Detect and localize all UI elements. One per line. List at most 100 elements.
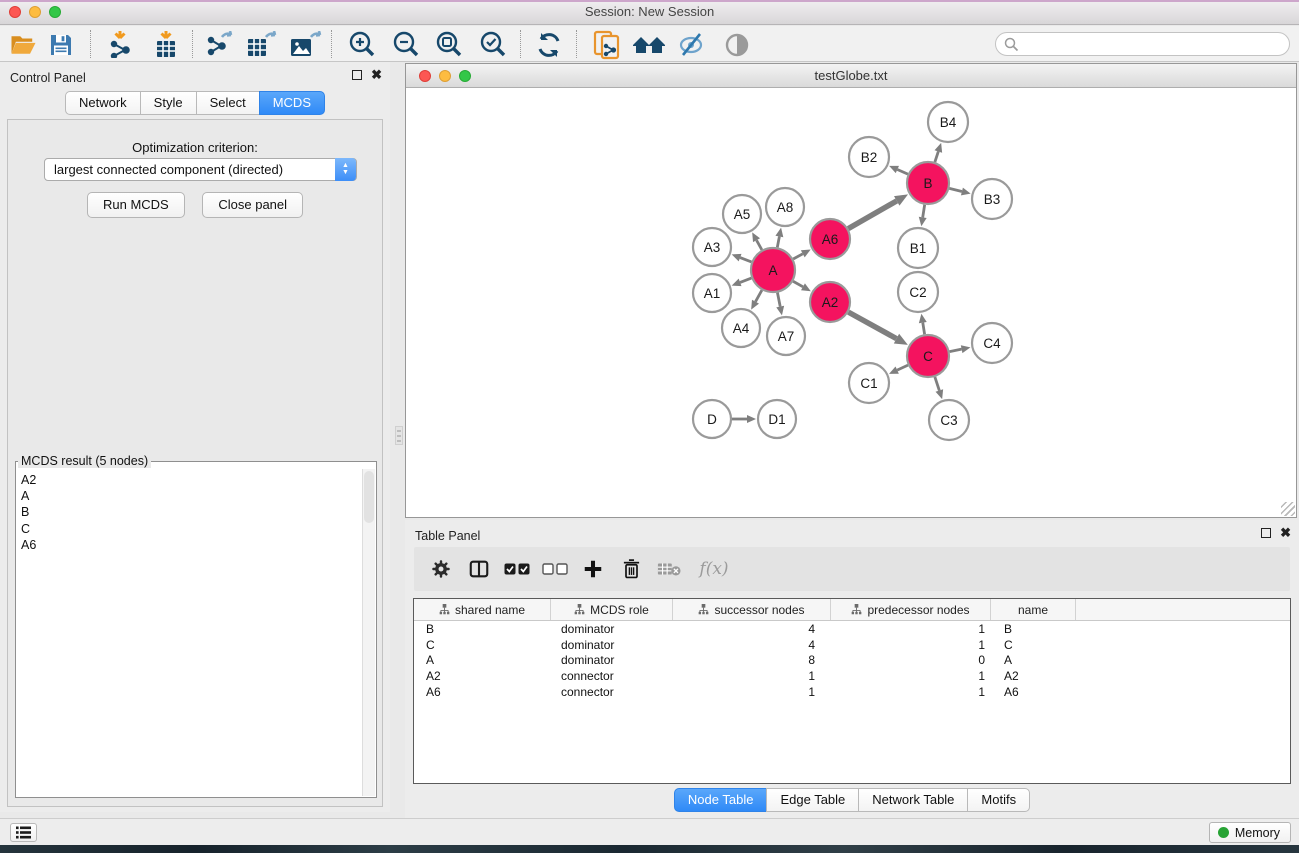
column-header-successor-nodes[interactable]: successor nodes [673,599,831,620]
table-cell[interactable]: dominator [551,638,673,652]
table-cell[interactable]: 1 [831,685,991,699]
window-resize-grip[interactable] [1281,502,1295,516]
table-cell[interactable]: B [414,622,551,636]
table-cell[interactable]: 1 [673,669,831,683]
zoom-in-icon[interactable] [346,31,378,58]
result-item[interactable]: B [21,504,362,520]
graph-edge[interactable] [755,290,761,302]
table-cell[interactable]: 8 [673,653,831,667]
graph-edge[interactable] [777,293,780,307]
tab-mcds[interactable]: MCDS [259,91,325,115]
result-item[interactable]: A2 [21,472,362,488]
export-image-icon[interactable] [288,31,324,58]
table-cell[interactable]: A [991,653,1076,667]
table-cell[interactable]: dominator [551,622,673,636]
table-cell[interactable]: 4 [673,622,831,636]
tab-node-table[interactable]: Node Table [674,788,768,812]
zoom-fit-icon[interactable] [433,31,465,58]
close-table-panel-icon[interactable]: ✖ [1280,528,1291,538]
column-header-name[interactable]: name [991,599,1076,620]
graph-edge[interactable] [935,151,938,162]
table-row[interactable]: Cdominator41C [414,637,1290,653]
table-cell[interactable]: 0 [831,653,991,667]
table-cell[interactable]: connector [551,685,673,699]
result-item[interactable]: A [21,488,362,504]
zoom-out-icon[interactable] [390,31,422,58]
graph-edge[interactable] [793,281,803,287]
table-row[interactable]: A6connector11A6 [414,684,1290,700]
close-panel-icon[interactable]: ✖ [371,70,382,80]
graph-edge[interactable] [740,258,751,262]
tab-style[interactable]: Style [140,91,197,115]
graph-edge[interactable] [757,240,762,250]
table-options-gear-icon[interactable] [422,552,460,586]
graph-edge[interactable] [949,188,962,191]
duplicate-network-icon[interactable] [590,31,624,58]
table-cell[interactable]: 1 [831,669,991,683]
network-canvas[interactable]: AA1A2A3A4A5A6A7A8BB1B2B3B4CC1C2C3C4DD1 [406,89,1296,517]
column-header-mcds-role[interactable]: MCDS role [551,599,673,620]
tab-select[interactable]: Select [196,91,260,115]
table-row[interactable]: Adominator80A [414,652,1290,668]
table-cell[interactable]: dominator [551,653,673,667]
network-graph[interactable]: AA1A2A3A4A5A6A7A8BB1B2B3B4CC1C2C3C4DD1 [406,89,1296,517]
delete-table-icon[interactable] [650,552,688,586]
save-session-icon[interactable] [47,31,75,58]
run-mcds-button[interactable]: Run MCDS [87,192,185,218]
graph-edge[interactable] [848,312,896,338]
node-table[interactable]: shared name MCDS role successor nodes pr… [413,598,1291,784]
table-cell[interactable]: 1 [831,622,991,636]
table-cell[interactable]: 4 [673,638,831,652]
tab-network[interactable]: Network [65,91,141,115]
graph-edge[interactable] [793,254,803,259]
table-cell[interactable]: B [991,622,1076,636]
select-all-checkboxes-icon[interactable] [498,552,536,586]
table-cell[interactable]: A6 [991,685,1076,699]
table-cell[interactable]: 1 [831,638,991,652]
graph-edge[interactable] [848,201,897,229]
table-row[interactable]: A2connector11A2 [414,668,1290,684]
refresh-view-icon[interactable] [533,31,565,58]
tab-edge-table[interactable]: Edge Table [766,788,859,812]
table-cell[interactable]: 1 [673,685,831,699]
zoom-selected-icon[interactable] [477,31,509,58]
deselect-all-checkboxes-icon[interactable] [536,552,574,586]
result-scrollbar[interactable] [362,469,375,796]
show-graphics-details-icon[interactable] [722,31,752,58]
table-cell[interactable]: A6 [414,685,551,699]
graph-edge[interactable] [935,377,939,391]
tab-network-table[interactable]: Network Table [858,788,968,812]
export-network-icon[interactable] [204,31,236,58]
result-item[interactable]: A6 [21,537,362,553]
graph-edge[interactable] [897,365,908,370]
float-panel-icon[interactable] [352,70,362,80]
criterion-dropdown[interactable]: largest connected component (directed) ▲… [44,158,357,181]
function-builder-icon[interactable]: f(x) [688,552,740,586]
column-header-predecessor-nodes[interactable]: predecessor nodes [831,599,991,620]
table-cell[interactable]: A [414,653,551,667]
table-cell[interactable]: C [414,638,551,652]
table-cell[interactable]: C [991,638,1076,652]
show-column-icon[interactable] [460,552,498,586]
export-table-icon[interactable] [245,31,279,58]
import-table-icon[interactable] [150,31,182,58]
network-window-titlebar[interactable]: testGlobe.txt [406,64,1296,88]
table-cell[interactable]: A2 [991,669,1076,683]
graph-edge[interactable] [897,170,908,175]
open-session-icon[interactable] [8,31,38,58]
vertical-splitter-handle[interactable] [395,426,403,445]
add-column-icon[interactable] [574,552,612,586]
table-row[interactable]: Bdominator41B [414,621,1290,637]
memory-button[interactable]: Memory [1209,822,1291,843]
graph-edge[interactable] [923,205,925,218]
home-icon[interactable] [630,31,668,58]
column-header-shared-name[interactable]: shared name [414,599,551,620]
search-input[interactable] [1024,35,1279,53]
result-item[interactable]: C [21,521,362,537]
graph-edge[interactable] [777,236,779,247]
graph-edge[interactable] [923,323,925,335]
hide-annotations-icon[interactable] [676,31,708,58]
close-panel-button[interactable]: Close panel [202,192,303,218]
graph-edge[interactable] [950,349,962,351]
graph-edge[interactable] [740,278,751,282]
